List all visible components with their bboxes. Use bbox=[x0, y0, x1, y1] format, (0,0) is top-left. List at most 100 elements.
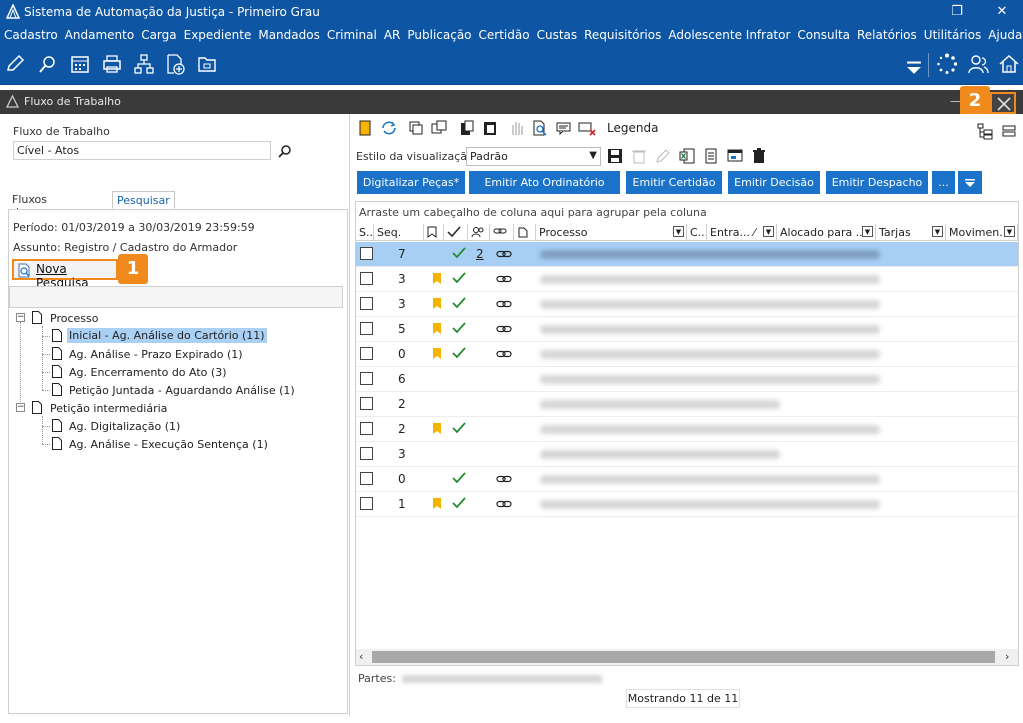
archive-folder-icon[interactable] bbox=[196, 53, 218, 75]
link-icon[interactable] bbox=[496, 274, 512, 284]
column-header-movimento[interactable]: Movimen... ▼ bbox=[946, 224, 1018, 241]
menu-publicacao[interactable]: Publicação bbox=[407, 28, 471, 42]
tab-pesquisar[interactable]: Pesquisar bbox=[112, 191, 175, 209]
column-header-alocado[interactable]: Alocado para ... ▼ bbox=[777, 224, 876, 241]
tab-fluxos-de-trabalho[interactable]: Fluxos de trabalho bbox=[8, 191, 62, 232]
home-icon[interactable] bbox=[998, 53, 1020, 75]
column-header-tarjas[interactable]: Tarjas ▼ bbox=[876, 224, 946, 241]
message-delete-icon[interactable] bbox=[578, 119, 596, 137]
search-document-icon[interactable] bbox=[531, 119, 549, 137]
column-header-c[interactable]: C... bbox=[687, 224, 707, 241]
tree-filter-bar[interactable] bbox=[9, 286, 343, 308]
table-row[interactable]: 3 bbox=[356, 292, 1018, 317]
emitir-decisao-button[interactable]: Emitir Decisão bbox=[728, 171, 820, 194]
toolbar-dropdown-icon[interactable] bbox=[903, 56, 921, 78]
column-header-processo[interactable]: Processo ▼ bbox=[536, 224, 687, 241]
table-row[interactable]: 1 bbox=[356, 492, 1018, 517]
filter-dropdown-icon[interactable]: ▼ bbox=[1004, 226, 1015, 237]
menu-criminal[interactable]: Criminal bbox=[327, 28, 377, 42]
row-checkbox[interactable] bbox=[360, 372, 373, 385]
filter-dropdown-icon[interactable]: ▼ bbox=[673, 226, 684, 237]
refresh-icon[interactable] bbox=[380, 119, 398, 137]
more-actions-button[interactable]: ... bbox=[932, 171, 955, 194]
menu-carga[interactable]: Carga bbox=[141, 28, 176, 42]
search-document-icon[interactable] bbox=[37, 53, 59, 75]
row-checkbox[interactable] bbox=[360, 447, 373, 460]
menu-adolescente-infrator[interactable]: Adolescente Infrator bbox=[668, 28, 790, 42]
column-header-s[interactable]: S... bbox=[356, 224, 374, 241]
menu-andamento[interactable]: Andamento bbox=[65, 28, 135, 42]
scrollbar-thumb[interactable] bbox=[372, 651, 995, 663]
tree-item-encerramento[interactable]: Ag. Encerramento do Ato (3) bbox=[69, 366, 227, 379]
digitalizar-pecas-button[interactable]: Digitalizar Peças* bbox=[357, 171, 465, 194]
tree-item-inicial[interactable]: Inicial - Ag. Análise do Cartório (11) bbox=[67, 328, 267, 343]
emitir-certidao-button[interactable]: Emitir Certidão bbox=[626, 171, 722, 194]
table-row[interactable]: 2 bbox=[356, 392, 1018, 417]
scroll-left-icon[interactable]: ‹ bbox=[359, 650, 363, 663]
excel-export-icon[interactable] bbox=[678, 147, 696, 165]
column-header-attachment[interactable] bbox=[514, 224, 536, 241]
menu-requisitorios[interactable]: Requisitórios bbox=[584, 28, 661, 42]
close-window-button[interactable] bbox=[990, 92, 1016, 114]
menu-cadastro[interactable]: Cadastro bbox=[4, 28, 58, 42]
scroll-right-icon[interactable]: › bbox=[1005, 650, 1009, 663]
column-header-check[interactable] bbox=[444, 224, 468, 241]
users-icon[interactable] bbox=[967, 53, 989, 75]
table-row[interactable]: 0 bbox=[356, 467, 1018, 492]
link-icon[interactable] bbox=[496, 499, 512, 509]
menu-certidao[interactable]: Certidão bbox=[479, 28, 530, 42]
row-checkbox[interactable] bbox=[360, 347, 373, 360]
column-header-entrada[interactable]: Entra... ⁄ ▼ bbox=[707, 224, 777, 241]
save-icon[interactable] bbox=[606, 147, 624, 165]
org-chart-icon[interactable] bbox=[133, 53, 155, 75]
row-checkbox[interactable] bbox=[360, 247, 373, 260]
link-icon[interactable] bbox=[496, 299, 512, 309]
table-row[interactable]: 0 bbox=[356, 342, 1018, 367]
row-checkbox[interactable] bbox=[360, 472, 373, 485]
tree-item-peticao-juntada[interactable]: Petição Juntada - Aguardando Análise (1) bbox=[69, 384, 295, 397]
view-style-select[interactable]: Padrão ▼ bbox=[466, 147, 601, 166]
row-checkbox[interactable] bbox=[360, 497, 373, 510]
expand-peticao-toggle[interactable]: − bbox=[16, 403, 25, 412]
report-icon[interactable] bbox=[702, 147, 720, 165]
table-row[interactable]: 72 bbox=[356, 242, 1018, 267]
table-row[interactable]: 6 bbox=[356, 367, 1018, 392]
emitir-despacho-button[interactable]: Emitir Despacho bbox=[826, 171, 928, 194]
table-row[interactable]: 3 bbox=[356, 267, 1018, 292]
column-header-link[interactable] bbox=[490, 224, 514, 241]
paste-icon[interactable] bbox=[458, 119, 476, 137]
nova-pesquisa-button[interactable]: Nova Pesquisa bbox=[12, 259, 118, 290]
clipboard-icon[interactable] bbox=[481, 119, 499, 137]
restore-window-button[interactable]: ❐ bbox=[940, 0, 974, 24]
actions-dropdown-button[interactable] bbox=[958, 171, 982, 194]
menu-ar[interactable]: AR bbox=[384, 28, 401, 42]
search-icon[interactable] bbox=[278, 144, 292, 158]
emitir-ato-ordinatorio-button[interactable]: Emitir Ato Ordinatório bbox=[469, 171, 620, 194]
layout-icon[interactable] bbox=[726, 147, 744, 165]
row-checkbox[interactable] bbox=[360, 272, 373, 285]
tree-item-prazo-expirado[interactable]: Ag. Análise - Prazo Expirado (1) bbox=[69, 348, 243, 361]
menu-relatorios[interactable]: Relatórios bbox=[857, 28, 917, 42]
column-header-bookmark[interactable] bbox=[424, 224, 444, 241]
row-checkbox[interactable] bbox=[360, 397, 373, 410]
row-checkbox[interactable] bbox=[360, 422, 373, 435]
menu-mandados[interactable]: Mandados bbox=[258, 28, 320, 42]
menu-consulta[interactable]: Consulta bbox=[797, 28, 850, 42]
copy-icon[interactable] bbox=[407, 119, 425, 137]
link-icon[interactable] bbox=[496, 349, 512, 359]
workflow-field[interactable]: Cível - Atos bbox=[13, 141, 271, 160]
tree-item-digitalizacao[interactable]: Ag. Digitalização (1) bbox=[69, 420, 180, 433]
edit-pencil-icon[interactable] bbox=[4, 53, 26, 75]
row-checkbox[interactable] bbox=[360, 297, 373, 310]
close-app-button[interactable]: ✕ bbox=[985, 0, 1019, 24]
table-row[interactable]: 5 bbox=[356, 317, 1018, 342]
legenda-link[interactable]: Legenda bbox=[607, 121, 658, 135]
row-checkbox[interactable] bbox=[360, 322, 373, 335]
tree-view-icon[interactable] bbox=[976, 122, 994, 140]
link-icon[interactable] bbox=[496, 474, 512, 484]
tree-group-peticao-intermediaria[interactable]: Petição intermediária bbox=[50, 402, 167, 415]
list-view-icon[interactable] bbox=[1000, 122, 1018, 140]
table-row[interactable]: 3 bbox=[356, 442, 1018, 467]
calendar-icon[interactable] bbox=[69, 53, 91, 75]
filter-dropdown-icon[interactable]: ▼ bbox=[862, 226, 873, 237]
